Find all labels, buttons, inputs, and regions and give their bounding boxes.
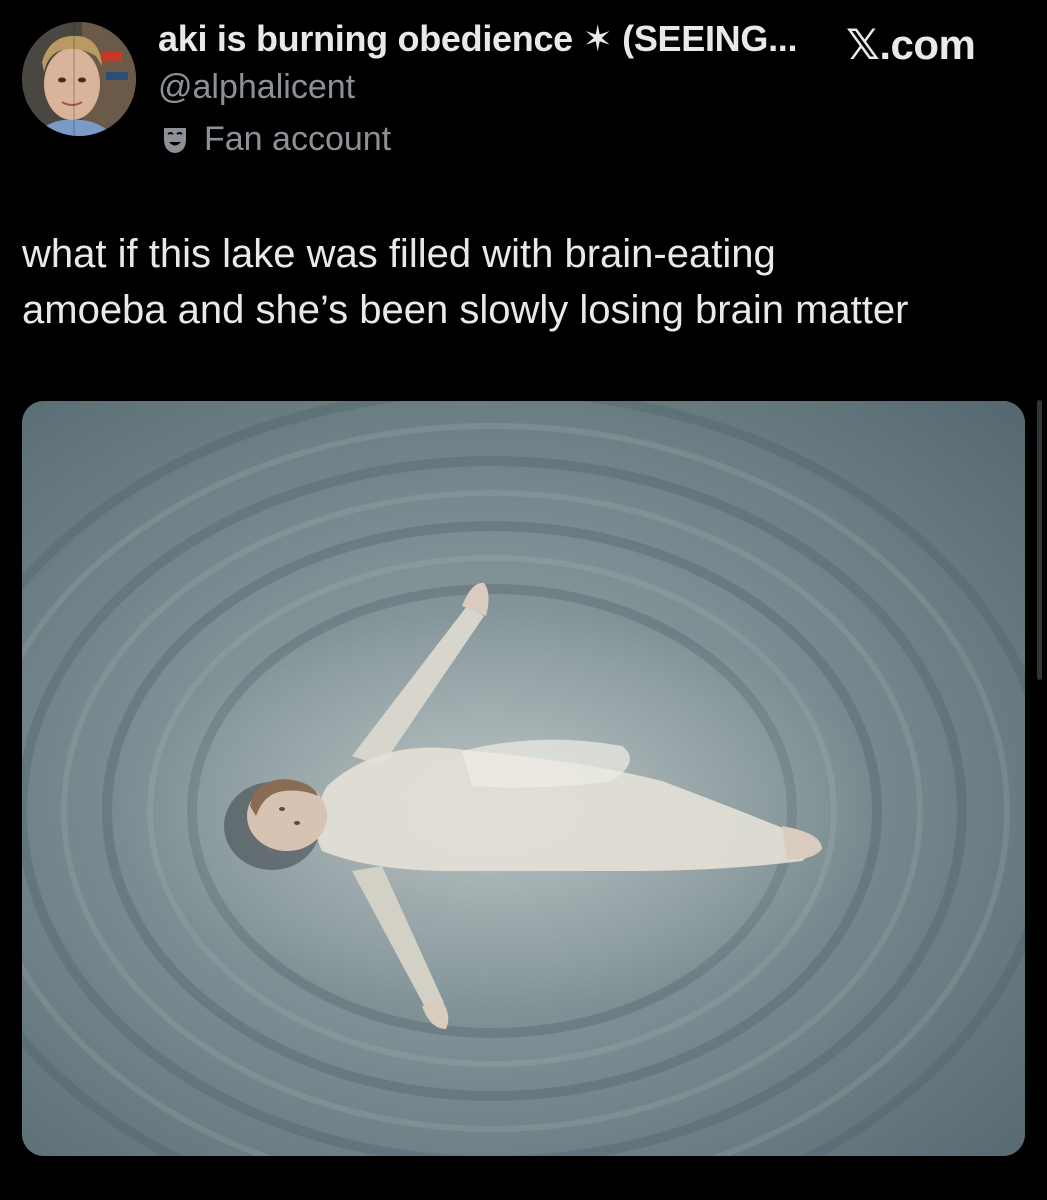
display-name[interactable]: aki is burning obedience ✶ (SEEING...: [158, 18, 797, 60]
affiliation-label: Fan account: [160, 120, 391, 159]
post-image[interactable]: [22, 401, 1025, 1156]
theater-mask-icon: [160, 125, 190, 155]
site-logo: 𝕏.com: [846, 21, 976, 68]
affiliation-text: Fan account: [204, 120, 392, 158]
user-handle[interactable]: @alphalicent: [158, 68, 355, 107]
post-text: what if this lake was filled with brain-…: [22, 232, 909, 332]
avatar[interactable]: [22, 22, 136, 136]
scrollbar[interactable]: [1037, 400, 1042, 680]
